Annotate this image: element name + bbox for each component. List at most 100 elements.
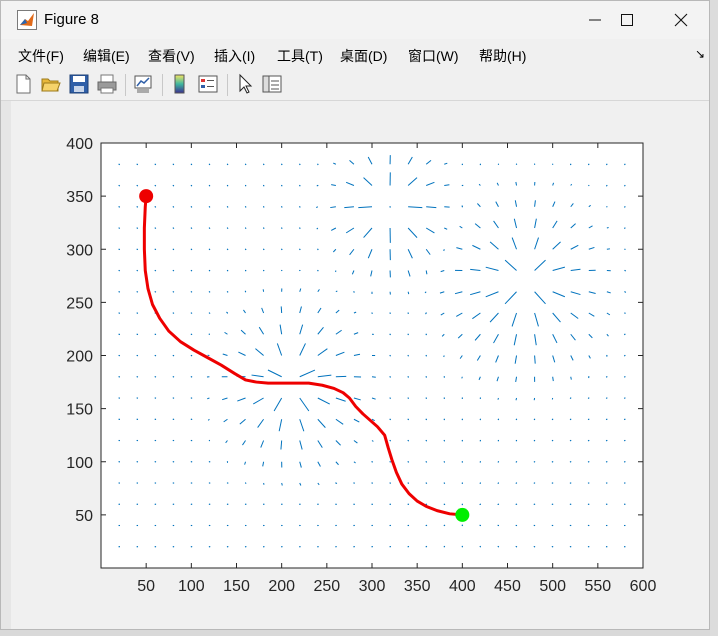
quiver-dot bbox=[154, 184, 156, 187]
quiver-dot bbox=[371, 461, 373, 463]
quiver-dot bbox=[244, 269, 247, 272]
y-tick-label: 400 bbox=[66, 136, 93, 153]
quiver-dot bbox=[534, 503, 536, 505]
quiver-dot bbox=[172, 397, 174, 399]
maximize-icon bbox=[621, 14, 633, 26]
quiver-dot bbox=[154, 248, 156, 250]
maximize-button[interactable] bbox=[599, 1, 655, 39]
property-inspector-icon[interactable] bbox=[261, 73, 283, 95]
quiver-dot bbox=[208, 503, 210, 505]
quiver-dot bbox=[226, 503, 229, 505]
x-tick-label: 50 bbox=[137, 578, 155, 595]
quiver-arrow bbox=[461, 376, 463, 379]
quiver-dot bbox=[263, 269, 265, 272]
quiver-dot bbox=[624, 524, 626, 527]
figure-canvas[interactable]: 50 100 150 200 250 300 350 400 450 500 550 600 50 10… bbox=[1, 101, 709, 629]
quiver-dot bbox=[190, 184, 192, 187]
menu-help[interactable]: 帮助(H) bbox=[479, 46, 526, 66]
quiver-dot bbox=[353, 503, 355, 505]
quiver-dot bbox=[208, 269, 210, 272]
quiver-dot bbox=[407, 503, 409, 505]
x-tick-label: 200 bbox=[268, 578, 295, 595]
quiver-dot bbox=[606, 163, 608, 165]
quiver-dot bbox=[461, 163, 463, 165]
quiver-dot bbox=[371, 546, 373, 548]
quiver-dot bbox=[136, 269, 138, 272]
save-icon[interactable] bbox=[68, 73, 90, 95]
quiver-dot bbox=[299, 269, 301, 272]
menu-desktop[interactable]: 桌面(D) bbox=[340, 46, 387, 66]
quiver-dot bbox=[190, 461, 192, 463]
quiver-dot bbox=[570, 418, 572, 420]
quiver-dot bbox=[497, 482, 500, 484]
dock-arrow-icon[interactable]: ↘ bbox=[695, 47, 705, 61]
quiver-dot bbox=[154, 354, 156, 357]
quiver-dot bbox=[317, 248, 319, 250]
quiver-dot bbox=[226, 227, 229, 229]
quiver-dot bbox=[371, 312, 373, 314]
quiver-dot bbox=[479, 439, 481, 442]
quiver-dot bbox=[226, 248, 229, 250]
quiver-dot bbox=[226, 206, 229, 208]
menu-tools[interactable]: 工具(T) bbox=[277, 46, 323, 66]
edit-plot-arrow-icon[interactable] bbox=[234, 73, 256, 95]
quiver-dot bbox=[208, 227, 210, 229]
menu-edit[interactable]: 编辑(E) bbox=[83, 46, 130, 66]
quiver-dot bbox=[118, 461, 120, 463]
quiver-dot bbox=[479, 461, 481, 463]
quiver-dot bbox=[263, 206, 265, 208]
quiver-dot bbox=[172, 524, 174, 527]
quiver-dot bbox=[570, 163, 572, 165]
quiver-dot bbox=[154, 206, 156, 208]
quiver-arrow bbox=[515, 397, 518, 401]
quiver-dot bbox=[136, 482, 138, 484]
quiver-dot bbox=[534, 546, 536, 548]
quiver-dot bbox=[281, 206, 283, 208]
quiver-dot bbox=[154, 482, 156, 484]
print-icon[interactable] bbox=[96, 73, 118, 95]
quiver-dot bbox=[118, 376, 120, 378]
quiver-dot bbox=[244, 227, 247, 229]
x-tick-label: 550 bbox=[584, 578, 611, 595]
quiver-dot bbox=[479, 418, 481, 420]
quiver-dot bbox=[136, 227, 138, 229]
quiver-dot bbox=[588, 376, 590, 378]
quiver-arrow bbox=[407, 291, 410, 295]
menu-file[interactable]: 文件(F) bbox=[18, 46, 64, 66]
quiver-dot bbox=[118, 248, 120, 250]
quiver-dot bbox=[371, 524, 373, 527]
y-tick-label: 50 bbox=[75, 508, 93, 525]
close-button[interactable] bbox=[653, 1, 709, 39]
quiver-dot bbox=[244, 184, 247, 187]
quiver-dot bbox=[190, 503, 192, 505]
quiver-dot bbox=[389, 439, 391, 442]
background-window-edge bbox=[1, 101, 11, 629]
quiver-dot bbox=[588, 184, 590, 187]
quiver-arrow bbox=[281, 482, 283, 486]
x-tick-label: 450 bbox=[494, 578, 521, 595]
quiver-dot bbox=[624, 269, 626, 272]
menu-insert[interactable]: 插入(I) bbox=[214, 46, 255, 66]
menu-view[interactable]: 查看(V) bbox=[148, 46, 195, 66]
quiver-dot bbox=[226, 163, 229, 165]
quiver-dot bbox=[389, 418, 391, 420]
quiver-dot bbox=[624, 184, 626, 187]
insert-colorbar-icon[interactable] bbox=[169, 73, 191, 95]
quiver-dot bbox=[226, 312, 229, 314]
quiver-dot bbox=[190, 248, 192, 250]
quiver-dot bbox=[425, 439, 427, 442]
menu-window[interactable]: 窗口(W) bbox=[408, 46, 459, 66]
quiver-dot bbox=[118, 312, 120, 314]
quiver-dot bbox=[299, 524, 301, 527]
quiver-dot bbox=[154, 291, 156, 293]
quiver-dot bbox=[226, 546, 229, 548]
quiver-dot bbox=[136, 461, 138, 463]
new-figure-icon[interactable] bbox=[12, 73, 34, 95]
quiver-dot bbox=[515, 163, 518, 165]
toolbar-separator bbox=[125, 74, 126, 96]
link-plot-icon[interactable] bbox=[132, 73, 154, 95]
insert-legend-icon[interactable] bbox=[197, 73, 219, 95]
open-file-icon[interactable] bbox=[40, 73, 62, 95]
chart[interactable]: 50 100 150 200 250 300 350 400 450 500 550 600 50 10… bbox=[1, 101, 709, 629]
quiver-dot bbox=[479, 546, 481, 548]
